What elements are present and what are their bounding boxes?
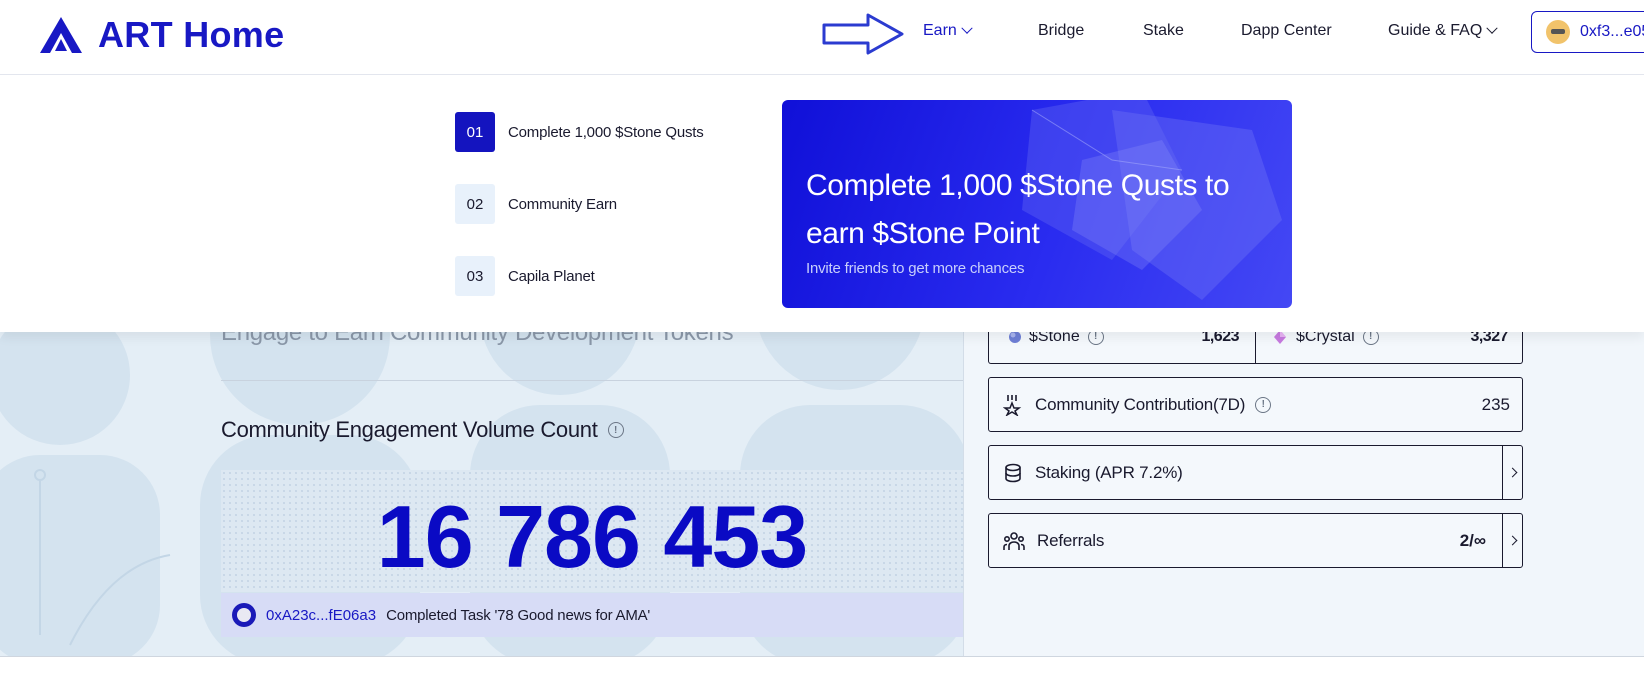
info-icon[interactable]: !: [607, 422, 624, 438]
engagement-title-text: Community Engagement Volume Count: [221, 417, 598, 442]
nav-guide-faq[interactable]: Guide & FAQ: [1388, 22, 1498, 40]
earn-banner[interactable]: Complete 1,000 $Stone Qusts to earn $Sto…: [782, 100, 1292, 308]
menu-number: 01: [455, 112, 495, 152]
database-icon: [1003, 463, 1023, 483]
avatar: [232, 603, 256, 627]
avatar: [1546, 20, 1570, 44]
chevron-right-icon[interactable]: [1502, 446, 1522, 499]
menu-label: Complete 1,000 $Stone Qusts: [508, 123, 704, 141]
chevron-right-icon[interactable]: [1502, 514, 1522, 567]
menu-number: 03: [455, 256, 495, 296]
chevron-down-icon: [961, 22, 973, 34]
nav-earn[interactable]: Earn: [923, 22, 973, 40]
logo-text: ART Home: [98, 14, 285, 55]
top-header: ART Home Earn Bridge Stake Dapp Center G…: [0, 0, 1644, 75]
earn-menu-item-1[interactable]: 01 Complete 1,000 $Stone Qusts: [455, 112, 704, 152]
nav-earn-label: Earn: [923, 22, 957, 39]
logo-icon: [40, 17, 82, 53]
contribution-label: Community Contribution(7D) !: [1035, 394, 1272, 415]
banner-title: Complete 1,000 $Stone Qusts to earn $Sto…: [806, 169, 1230, 250]
staking-label: Staking (APR 7.2%): [1035, 462, 1183, 482]
activity-ticker: 0xA23c...fE06a3 Completed Task '78 Good …: [221, 593, 963, 637]
earn-menu-item-2[interactable]: 02 Community Earn: [455, 184, 617, 224]
menu-number: 02: [455, 184, 495, 224]
wallet-button[interactable]: 0xf3...e05: [1531, 11, 1644, 53]
menu-label: Community Earn: [508, 195, 617, 213]
contribution-card: Community Contribution(7D) ! 235: [988, 377, 1523, 432]
earn-dropdown: 01 Complete 1,000 $Stone Qusts 02 Commun…: [0, 75, 1644, 332]
nav-stake-label: Stake: [1143, 22, 1184, 39]
nav-dapp-center[interactable]: Dapp Center: [1241, 22, 1332, 40]
engagement-title: Community Engagement Volume Count !: [221, 417, 624, 443]
users-icon: [1003, 531, 1025, 551]
app-root: Engage to Earn Community Development Tok…: [0, 0, 1644, 698]
referrals-card[interactable]: Referrals 2/∞: [988, 513, 1523, 568]
ticker-address[interactable]: 0xA23c...fE06a3: [266, 607, 376, 624]
engagement-count-box: 16 786 453: [221, 470, 963, 592]
contribution-label-text: Community Contribution(7D): [1035, 394, 1246, 414]
logo[interactable]: ART Home: [40, 14, 284, 56]
referrals-label: Referrals: [1037, 530, 1105, 550]
footer-divider: [0, 656, 1644, 657]
nav-guide-faq-label: Guide & FAQ: [1388, 22, 1483, 39]
chevron-down-icon: [1486, 22, 1498, 34]
nav-bridge-label: Bridge: [1038, 22, 1085, 39]
referrals-value: 2/∞: [1459, 530, 1486, 550]
info-icon[interactable]: !: [1255, 396, 1272, 413]
banner-subtitle: Invite friends to get more chances: [806, 260, 1025, 277]
contribution-value: 235: [1481, 394, 1510, 414]
annotation-arrow-icon: [822, 13, 904, 55]
staking-card[interactable]: Staking (APR 7.2%): [988, 445, 1523, 500]
nav-dapp-center-label: Dapp Center: [1241, 22, 1332, 39]
medal-icon: [1003, 394, 1023, 416]
menu-label: Capila Planet: [508, 267, 595, 285]
nav-bridge[interactable]: Bridge: [1038, 22, 1084, 40]
nav-stake[interactable]: Stake: [1143, 22, 1184, 40]
wallet-address: 0xf3...e05: [1580, 23, 1644, 40]
divider: [221, 380, 963, 381]
earn-menu-item-3[interactable]: 03 Capila Planet: [455, 256, 595, 296]
ticker-text: Completed Task '78 Good news for AMA': [386, 606, 651, 624]
engagement-count: 16 786 453: [376, 487, 808, 586]
